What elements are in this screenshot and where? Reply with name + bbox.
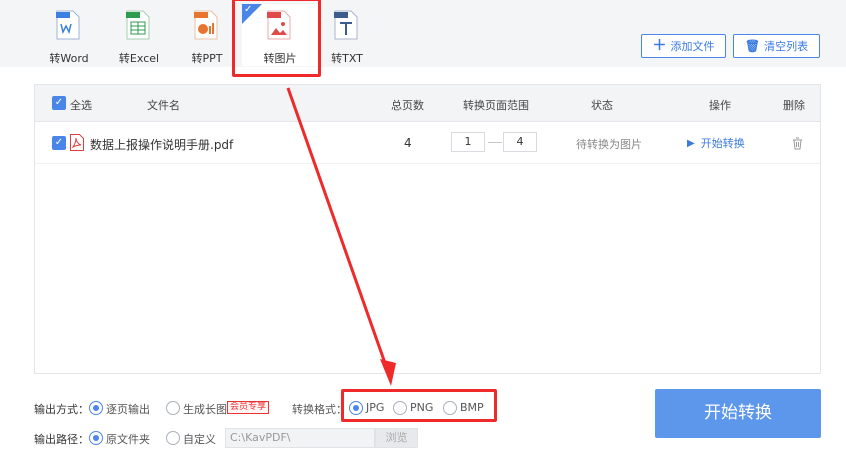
tool-to-excel[interactable]: 转Excel [104, 4, 174, 66]
table-header: ✓ 全选 文件名 总页数 转换页面范围 状态 操作 删除 [35, 85, 820, 122]
tool-to-excel-label: 转Excel [118, 52, 160, 65]
path-custom-label: 自定义 [183, 433, 216, 446]
pdf-file-icon [70, 134, 84, 151]
delete-icon[interactable] [792, 137, 803, 150]
play-icon: ▶ [687, 137, 695, 149]
header-filename: 文件名 [147, 99, 180, 112]
row-status: 待转换为图片 [576, 138, 642, 151]
file-table: ✓ 全选 文件名 总页数 转换页面范围 状态 操作 删除 ✓ 数据上报操作说明手… [34, 84, 821, 374]
table-row: ✓ 数据上报操作说明手册.pdf 4 1 4 待转换为图片 ▶ 开始转换 [35, 123, 820, 164]
tool-to-txt-label: 转TXT [331, 52, 363, 65]
header-pages: 总页数 [391, 99, 424, 112]
clear-list-button[interactable]: 🗑 清空列表 [733, 34, 820, 58]
header-range: 转换页面范围 [463, 99, 529, 112]
add-file-label: 添加文件 [670, 40, 715, 53]
tool-to-txt[interactable]: 转TXT [312, 4, 382, 66]
radio-custom-folder[interactable] [166, 431, 180, 445]
plus-icon: ＋ [652, 38, 667, 54]
conversion-toolbar: 转Word 转Excel 转PPT ✓ 转图片 转TXT ＋ 添加文件 🗑 清空… [0, 0, 846, 67]
header-status: 状态 [591, 99, 613, 112]
radio-long-image[interactable] [166, 401, 180, 415]
header-action: 操作 [709, 99, 731, 112]
row-start-convert-link[interactable]: ▶ 开始转换 [687, 135, 745, 151]
range-to-input[interactable]: 4 [503, 132, 537, 152]
txt-file-icon [334, 10, 358, 40]
word-file-icon [56, 10, 80, 40]
tool-to-word-label: 转Word [49, 52, 89, 65]
row-checkbox[interactable]: ✓ [52, 136, 66, 150]
format-label: 转换格式： [292, 403, 347, 416]
output-mode-2-label: 生成长图 [183, 403, 227, 416]
header-delete: 删除 [783, 99, 805, 112]
range-separator [488, 142, 502, 143]
output-mode-1-label: 逐页输出 [106, 403, 150, 416]
row-pages: 4 [404, 136, 412, 150]
row-filename: 数据上报操作说明手册.pdf [90, 138, 234, 152]
output-path-label: 输出路径： [34, 433, 89, 446]
start-convert-button[interactable]: 开始转换 [655, 389, 821, 438]
vip-badge: 会员专享 [227, 401, 270, 414]
select-all-label: 全选 [70, 99, 92, 112]
add-file-button[interactable]: ＋ 添加文件 [641, 34, 726, 58]
excel-file-icon [126, 10, 150, 40]
clear-list-label: 清空列表 [764, 40, 809, 53]
output-path-input[interactable]: C:\KavPDF\ [225, 428, 375, 448]
highlight-box-image-tool [232, 0, 321, 77]
radio-original-folder[interactable] [89, 431, 103, 445]
path-original-label: 原文件夹 [106, 433, 150, 446]
ppt-file-icon [194, 10, 218, 40]
trash-icon: 🗑 [744, 39, 761, 53]
highlight-box-format [341, 389, 497, 422]
select-all-checkbox[interactable]: ✓ [52, 96, 66, 110]
range-from-input[interactable]: 1 [451, 132, 485, 152]
tool-to-word[interactable]: 转Word [34, 4, 104, 66]
output-mode-label: 输出方式： [34, 403, 89, 416]
browse-button[interactable]: 浏览 [375, 428, 418, 448]
radio-page-by-page[interactable] [89, 401, 103, 415]
row-action-label: 开始转换 [700, 137, 745, 150]
